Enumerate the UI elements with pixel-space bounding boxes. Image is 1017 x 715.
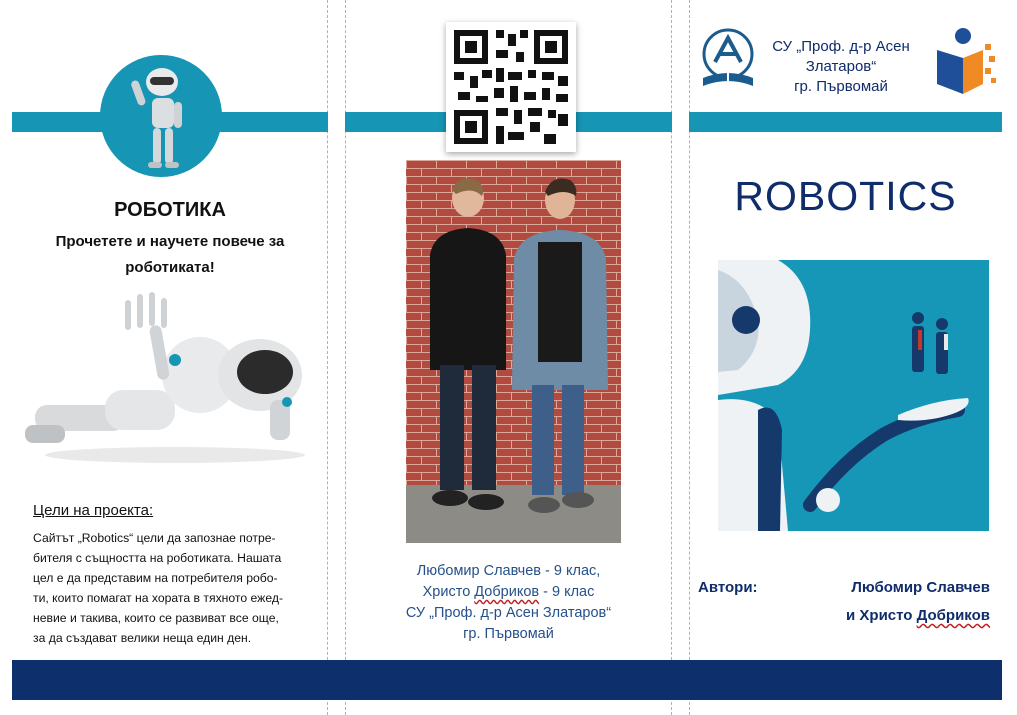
photo-caption: Любомир Славчев - 9 клас, Христо Добрико… (345, 561, 672, 645)
left-lead-line1: Прочетете и научете повече за (55, 233, 285, 250)
left-title: РОБОТИКА (114, 199, 226, 221)
school-line-3: гр. Първомай (794, 78, 888, 95)
caption-line-2-pre: Христо (422, 584, 475, 600)
school-line-2: Златаров“ (805, 58, 877, 75)
goals-line-5: невие и такива, които се развиват все ощ… (33, 611, 279, 625)
school-line-1: СУ „Проф. д-р Асен (772, 38, 910, 55)
ai-robot-illustration (718, 260, 989, 531)
goals-line-3: цел е да представим на потребителя робо- (33, 571, 278, 585)
project-logo-icon (937, 28, 996, 94)
caption-line-3: СУ „Проф. д-р Асен Златаров“ (405, 605, 612, 621)
waving-robot-icon (131, 68, 182, 168)
caption-line-2-post: - 9 клас (539, 584, 595, 600)
author-1: Любомир Славчев (851, 579, 990, 596)
goals-line-6: за да създават велики неща един ден. (33, 631, 252, 645)
footer-band (12, 660, 1002, 700)
qr-code-icon (454, 30, 568, 144)
school-name: СУ „Проф. д-р Асен Златаров“ гр. Първома… (756, 37, 926, 97)
author-2-pre: и Христо (846, 607, 917, 624)
ai-robot-image (718, 260, 969, 531)
reclining-robot-image (25, 292, 305, 463)
robotics-title: ROBOTICS (734, 173, 957, 219)
authors-photo-image (406, 160, 621, 543)
authors-names: Любомир Славчев и Христо Добриков (780, 574, 990, 630)
qr-code-frame (446, 22, 576, 152)
caption-line-1: Любомир Славчев - 9 клас, (416, 563, 601, 579)
goals-line-4: ти, които помагат на хората в тяхното еж… (33, 591, 284, 605)
teal-band-right (689, 112, 1002, 132)
caption-line-2: Христо Добриков - 9 клас (345, 582, 672, 603)
author-2-word: Добриков (916, 607, 990, 624)
goals-heading: Цели на проекта: (33, 502, 154, 519)
authors-photo (406, 160, 621, 543)
caption-line-2-word: Добриков (474, 584, 540, 600)
goals-paragraph: Сайтът „Robotics“ цели да запознае потре… (33, 528, 319, 648)
authors-label: Автори: (698, 579, 758, 596)
fold-line-1 (327, 0, 328, 715)
school-logo-icon (702, 28, 754, 88)
left-lead-line2: роботиката! (125, 259, 215, 276)
left-lead: Прочетете и научете повече за роботиката… (12, 229, 328, 281)
goals-line-2: бителя с същността на роботиката. Нашата (33, 551, 282, 565)
author-2: и Христо Добриков (780, 602, 990, 630)
goals-line-1: Сайтът „Robotics“ цели да запознае потре… (33, 531, 276, 545)
caption-line-4: гр. Първомай (463, 626, 554, 642)
fold-line-4 (689, 0, 690, 715)
